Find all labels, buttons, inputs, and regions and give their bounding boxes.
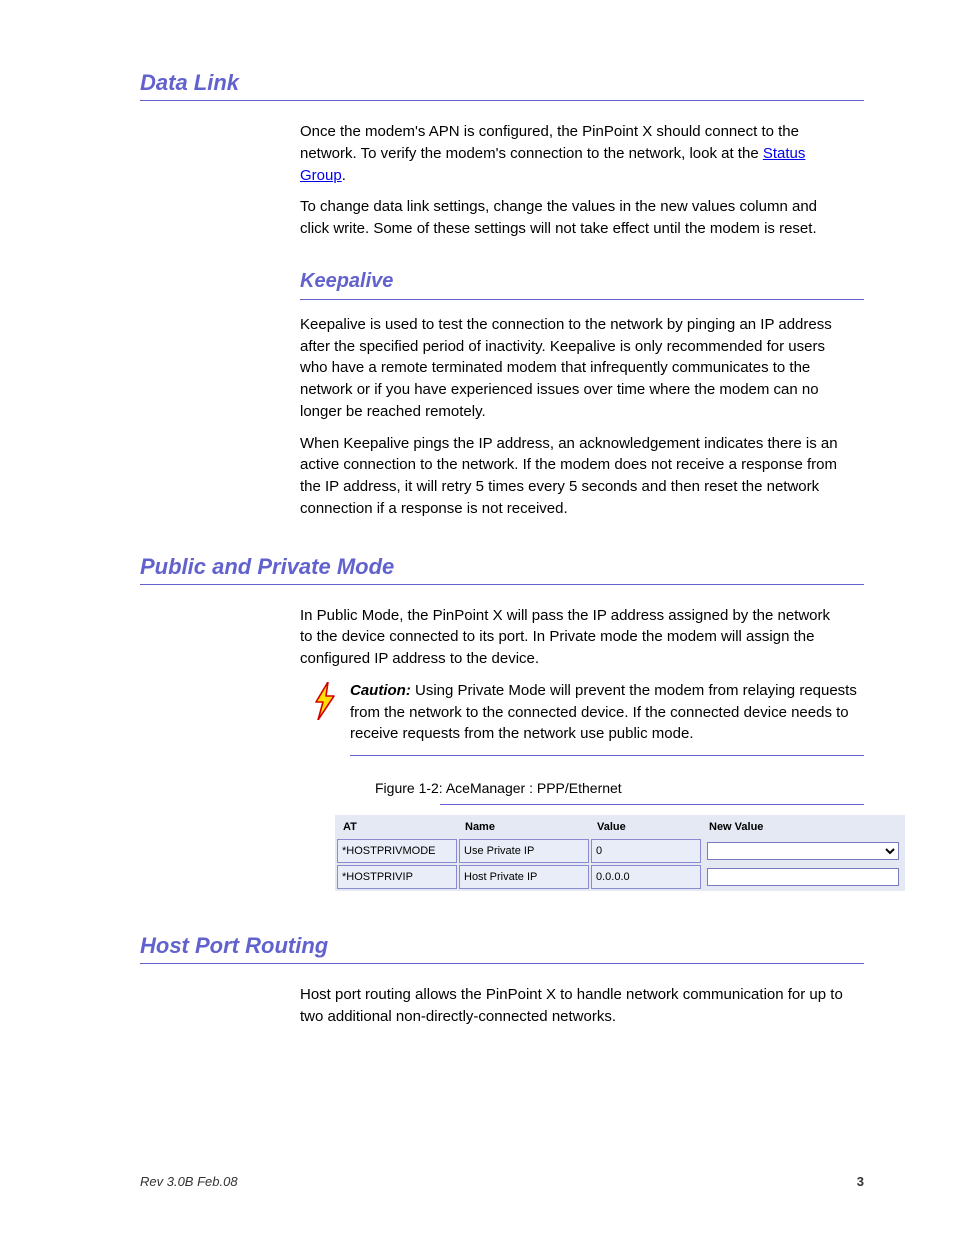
col-header-at: AT [337, 817, 457, 837]
new-value-select[interactable] [707, 842, 899, 860]
cell-at: *HOSTPRIVMODE [337, 839, 457, 863]
section-title-data-link: Data Link [140, 70, 864, 96]
text-run: Using Private Mode will prevent the mode… [350, 682, 857, 743]
table-row: *HOSTPRIVMODE Use Private IP 0 [337, 839, 903, 863]
body-paragraph: Once the modem's APN is configured, the … [300, 121, 844, 186]
page-container: { "section1": { "title": "Data Link", "p… [0, 0, 954, 1235]
body-paragraph: In Public Mode, the PinPoint X will pass… [300, 605, 844, 670]
body-paragraph: To change data link settings, change the… [300, 196, 844, 240]
table-header-row: AT Name Value New Value [337, 817, 903, 837]
rule [350, 755, 864, 756]
section-title-public-private-mode: Public and Private Mode [140, 554, 864, 580]
figure-caption: Figure 1-2: AceManager : PPP/Ethernet [375, 780, 864, 796]
body-paragraph: Keepalive is used to test the connection… [300, 314, 844, 423]
caution-label: Caution: [350, 682, 411, 699]
col-header-name: Name [459, 817, 589, 837]
config-table: AT Name Value New Value *HOSTPRIVMODE Us… [335, 815, 905, 891]
rule [440, 804, 864, 805]
cell-new-value [703, 839, 903, 863]
text-run: Once the modem's APN is configured, the … [300, 123, 799, 162]
cell-name: Use Private IP [459, 839, 589, 863]
col-header-new-value: New Value [703, 817, 903, 837]
page-footer: Rev 3.0B Feb.08 3 [140, 1174, 864, 1189]
rule [140, 100, 864, 101]
table-row: *HOSTPRIVIP Host Private IP 0.0.0.0 [337, 865, 903, 889]
footer-left: Rev 3.0B Feb.08 [140, 1174, 238, 1189]
rule [140, 584, 864, 585]
sub-section-title-keepalive: Keepalive [300, 270, 864, 293]
section-title-host-port-routing: Host Port Routing [140, 933, 864, 959]
cell-new-value [703, 865, 903, 889]
caution-text: Caution: Using Private Mode will prevent… [350, 680, 864, 756]
body-paragraph: Host port routing allows the PinPoint X … [300, 984, 844, 1028]
cell-name: Host Private IP [459, 865, 589, 889]
body-paragraph: When Keepalive pings the IP address, an … [300, 433, 844, 520]
new-value-input[interactable] [707, 868, 899, 886]
cell-at: *HOSTPRIVIP [337, 865, 457, 889]
text-run: . [342, 167, 346, 184]
lightning-bolt-icon [300, 680, 350, 720]
footer-page-number: 3 [857, 1174, 864, 1189]
rule [140, 963, 864, 964]
rule [300, 299, 864, 300]
caution-block: Caution: Using Private Mode will prevent… [300, 680, 864, 756]
cell-value: 0 [591, 839, 701, 863]
cell-value: 0.0.0.0 [591, 865, 701, 889]
col-header-value: Value [591, 817, 701, 837]
